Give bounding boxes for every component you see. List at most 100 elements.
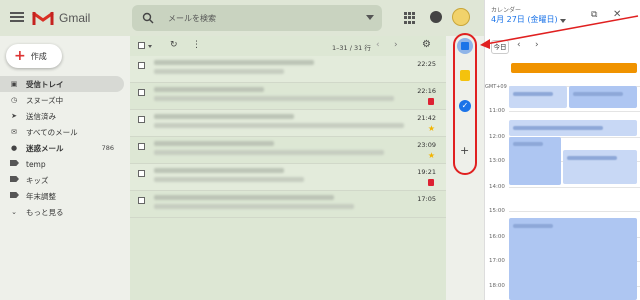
row-checkbox[interactable] <box>138 170 145 177</box>
more-options-icon[interactable]: ⋮ <box>192 40 201 50</box>
sidebar-item-snoozed[interactable]: ◷ スヌーズ中 <box>0 92 124 108</box>
email-time: 17:05 <box>417 195 436 203</box>
select-all-checkbox[interactable] <box>138 42 145 49</box>
label-icon <box>10 160 19 168</box>
sidebar-item-year-end[interactable]: 年末調整 <box>0 188 124 204</box>
highlight-oval-annotation <box>453 33 477 175</box>
sidebar-item-label: もっと見る <box>26 207 64 217</box>
sidebar-item-sent[interactable]: ➤ 送信済み <box>0 108 124 124</box>
next-page-icon[interactable]: › <box>394 40 398 50</box>
star-icon[interactable]: ★ <box>428 124 435 133</box>
calendar-panel-title: カレンダー <box>491 7 522 14</box>
important-marker-icon[interactable] <box>428 98 434 105</box>
plus-icon: + <box>14 48 26 64</box>
top-bar: Gmail メールを検索 <box>0 0 484 36</box>
hour-label: 12:00 <box>489 134 505 140</box>
blurred-event-text <box>513 92 553 96</box>
email-row[interactable]: 21:42 ★ <box>130 110 446 137</box>
important-marker-icon[interactable] <box>428 179 434 186</box>
calendar-event[interactable] <box>509 86 567 108</box>
calendar-event[interactable] <box>509 218 637 300</box>
sidebar-item-inbox[interactable]: ▣ 受信トレイ <box>0 76 124 92</box>
clock-icon: ◷ <box>10 96 18 104</box>
menu-icon[interactable] <box>10 10 24 24</box>
row-checkbox[interactable] <box>138 62 145 69</box>
sidebar-item-label: すべてのメール <box>26 127 78 137</box>
row-checkbox[interactable] <box>138 143 145 150</box>
sidebar: + 作成 ▣ 受信トレイ ◷ スヌーズ中 ➤ 送信済み ✉ すべてのメール ● … <box>0 36 130 300</box>
blurred-snippet <box>154 204 354 209</box>
blurred-subject <box>154 60 314 65</box>
search-icon[interactable] <box>142 12 154 24</box>
hour-label: 15:00 <box>489 208 505 214</box>
gmail-logo[interactable]: Gmail <box>32 8 90 28</box>
sidebar-item-kids[interactable]: キッズ <box>0 172 124 188</box>
sidebar-item-label: 迷惑メール <box>26 143 64 153</box>
hour-gridline <box>509 211 640 212</box>
gmail-m-icon <box>32 11 54 25</box>
email-time: 19:21 <box>417 168 436 176</box>
timezone-label: GMT+09 <box>485 84 507 90</box>
sidebar-item-label: スヌーズ中 <box>26 95 64 105</box>
star-icon[interactable]: ★ <box>428 151 435 160</box>
sidebar-item-label: キッズ <box>26 175 49 185</box>
avatar[interactable] <box>452 8 470 26</box>
search-options-icon[interactable] <box>366 15 374 20</box>
mail-icon: ✉ <box>11 128 17 136</box>
prev-page-icon[interactable]: ‹ <box>376 40 380 50</box>
pager-text: 1–31 / 31 行 <box>332 44 371 52</box>
sidebar-item-label: 送信済み <box>26 111 56 121</box>
search-input[interactable]: メールを検索 <box>168 13 216 24</box>
label-icon <box>10 176 19 184</box>
email-time: 21:42 <box>417 114 436 122</box>
sidebar-item-label: 年末調整 <box>26 191 56 201</box>
sidebar-item-label: temp <box>26 159 46 169</box>
row-checkbox[interactable] <box>138 197 145 204</box>
hour-label: 14:00 <box>489 184 505 190</box>
email-row[interactable]: 19:21 <box>130 164 446 191</box>
blurred-event-text <box>513 142 543 146</box>
search-bar[interactable]: メールを検索 <box>132 5 382 31</box>
apps-grid-icon[interactable] <box>404 12 416 24</box>
sidebar-item-all-mail[interactable]: ✉ すべてのメール <box>0 124 124 140</box>
sidebar-item-spam[interactable]: ● 迷惑メール 786 <box>0 140 124 156</box>
blurred-subject <box>154 114 294 119</box>
hour-label: 13:00 <box>489 158 505 164</box>
blurred-snippet <box>154 150 384 155</box>
row-checkbox[interactable] <box>138 89 145 96</box>
email-row[interactable]: 17:05 <box>130 191 446 218</box>
blurred-snippet <box>154 96 394 101</box>
hour-label: 11:00 <box>489 108 505 114</box>
select-dropdown-icon[interactable] <box>148 45 152 48</box>
calendar-event[interactable] <box>569 86 637 108</box>
annotation-arrow <box>480 15 639 49</box>
hour-gridline <box>509 187 640 188</box>
inbox-icon: ▣ <box>10 80 18 88</box>
email-row[interactable]: 23:09 ★ <box>130 137 446 164</box>
email-row[interactable]: 22:25 <box>130 56 446 83</box>
compose-label: 作成 <box>30 51 47 61</box>
hour-gridline <box>509 111 640 112</box>
sidebar-item-temp[interactable]: temp <box>0 156 124 172</box>
email-time: 22:25 <box>417 60 436 68</box>
all-day-event[interactable] <box>511 63 637 73</box>
compose-button[interactable]: + 作成 <box>6 44 62 68</box>
blurred-event-text <box>513 224 553 228</box>
blurred-snippet <box>154 69 284 74</box>
sidebar-item-label: 受信トレイ <box>26 79 64 89</box>
refresh-icon[interactable]: ↻ <box>170 40 178 50</box>
alert-icon: ● <box>10 144 18 152</box>
notification-icon[interactable] <box>430 11 442 23</box>
blurred-subject <box>154 195 334 200</box>
gear-icon[interactable]: ⚙ <box>422 39 431 50</box>
row-checkbox[interactable] <box>138 116 145 123</box>
email-time: 22:16 <box>417 87 436 95</box>
email-row[interactable]: 22:16 <box>130 83 446 110</box>
hour-label: 18:00 <box>489 283 505 289</box>
hour-label: 16:00 <box>489 234 505 240</box>
blurred-event-text <box>567 156 617 160</box>
email-time: 23:09 <box>417 141 436 149</box>
blurred-event-text <box>573 92 623 96</box>
sidebar-item-more[interactable]: ⌄ もっと見る <box>0 204 124 220</box>
spam-count: 786 <box>101 144 114 152</box>
